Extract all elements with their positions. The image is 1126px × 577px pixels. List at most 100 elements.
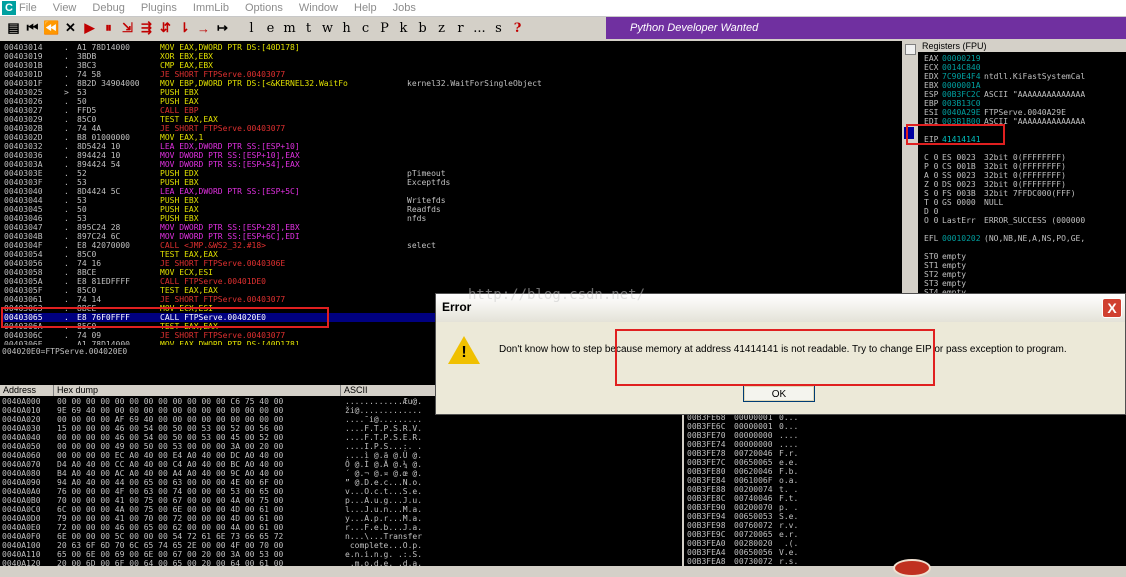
- disasm-marker: .: [64, 187, 69, 196]
- run-trace-button[interactable]: r: [451, 21, 470, 36]
- disasm-row[interactable]: 0040301B. 3BC3 CMP EAX,EBX: [2, 61, 902, 70]
- windows-window-button[interactable]: w: [318, 21, 337, 36]
- dump-address-header[interactable]: Address: [0, 385, 54, 396]
- disasm-address: 00403046: [4, 214, 43, 223]
- disasm-marker: .: [64, 115, 69, 124]
- disasm-marker: .: [64, 178, 69, 187]
- more-button[interactable]: ...: [470, 21, 489, 36]
- disasm-row[interactable]: 00403027. FFD5 CALL EBP: [2, 106, 902, 115]
- stack-ascii: p. .: [779, 503, 799, 512]
- menu-jobs[interactable]: Jobs: [393, 2, 416, 14]
- cpu-window-button[interactable]: c: [356, 21, 375, 36]
- dump-address: 0040A050: [2, 442, 41, 451]
- disasm-instruction: JE SHORT FTPServe.00403077: [160, 331, 286, 340]
- stack-value: 00650056: [734, 548, 773, 557]
- disasm-row[interactable]: 00403036. 894424 10 MOV DWORD PTR SS:[ESP+…: [2, 151, 902, 160]
- rewind-icon[interactable]: ⏪: [42, 20, 61, 36]
- register-value: CS 001B: [942, 162, 976, 171]
- step-over-icon[interactable]: ⇶: [137, 20, 156, 36]
- dump-ascii: ....I.P.S...:. .: [345, 442, 423, 451]
- dialog-title: Error: [442, 300, 472, 314]
- menu-immlib[interactable]: ImmLib: [193, 2, 229, 14]
- breakpoints-button[interactable]: b: [413, 21, 432, 36]
- memory-window-button[interactable]: m: [280, 21, 299, 36]
- disasm-row[interactable]: 00403058. 8BCE MOV ECX,ESI: [2, 268, 902, 277]
- dump-address: 0040A110: [2, 550, 41, 559]
- stack-ascii: S.e.: [779, 512, 799, 521]
- registers-pane[interactable]: Registers (FPU) EAX 00000219 ECX 0014C840 ED…: [918, 41, 1126, 293]
- disasm-row[interactable]: 00403054. 85C0 TEST EAX,EAX: [2, 250, 902, 259]
- disasm-row[interactable]: 00403046. 53 PUSH EBX nfds: [2, 214, 902, 223]
- threads-window-button[interactable]: t: [299, 21, 318, 36]
- source-button[interactable]: s: [489, 21, 508, 36]
- disasm-row[interactable]: 00403045. 50 PUSH EAX Readfds: [2, 205, 902, 214]
- menu-help[interactable]: Help: [354, 2, 377, 14]
- disasm-row[interactable]: 00403044. 53 PUSH EBX Writefds: [2, 196, 902, 205]
- disasm-row[interactable]: 00403025 >53 PUSH EBX: [2, 88, 902, 97]
- dump-hex-header[interactable]: Hex dump: [54, 385, 341, 396]
- dump-hex: 65 00 6E 00 69 00 6E 00 67 00 20 00 3A 0…: [57, 550, 284, 559]
- handles-window-button[interactable]: h: [337, 21, 356, 36]
- pause-icon[interactable]: ⏸: [99, 20, 118, 36]
- disasm-row[interactable]: 0040305A. E8 81EDFFFF CALL FTPServe.00401D…: [2, 277, 902, 286]
- disasm-marker: .: [64, 232, 69, 241]
- disasm-row[interactable]: 00403029. 85C0 TEST EAX,EAX: [2, 115, 902, 124]
- execute-till-return-icon[interactable]: →: [194, 21, 213, 36]
- promo-banner[interactable]: Python Developer Wanted: [606, 17, 1126, 39]
- disasm-row[interactable]: 0040304B. 897C24 6C MOV DWORD PTR SS:[ESP+…: [2, 232, 902, 241]
- log-window-button[interactable]: l: [242, 21, 261, 36]
- modules-window-button[interactable]: e: [261, 21, 280, 36]
- goto-icon[interactable]: ↦: [213, 20, 232, 36]
- trace-into-icon[interactable]: ⇵: [156, 20, 175, 36]
- register-value: 003B13C0: [942, 99, 981, 108]
- step-into-icon[interactable]: ⇲: [118, 20, 137, 36]
- register-name: ST2: [924, 270, 939, 279]
- disasm-row[interactable]: 00403056. 74 16 JE SHORT FTPServe.0040306E: [2, 259, 902, 268]
- disasm-row[interactable]: 0040303A. 894424 54 MOV DWORD PTR SS:[ESP+…: [2, 160, 902, 169]
- help-icon[interactable]: ?: [508, 21, 527, 36]
- register-extra: ntdll.KiFastSystemCal: [984, 72, 1086, 81]
- disasm-address: 0040303E: [4, 169, 43, 178]
- hw-breakpoints-button[interactable]: z: [432, 21, 451, 36]
- trace-over-icon[interactable]: ⇂: [175, 20, 194, 36]
- close-icon[interactable]: X: [1102, 298, 1122, 318]
- scroll-up-icon[interactable]: [905, 44, 916, 55]
- disasm-address: 0040304F: [4, 241, 43, 250]
- scroll-thumb[interactable]: [904, 127, 914, 139]
- disasm-instruction: LEA EDX,DWORD PTR SS:[ESP+10]: [160, 142, 300, 151]
- menu-plugins[interactable]: Plugins: [141, 2, 177, 14]
- disasm-instruction: PUSH EDX: [160, 169, 199, 178]
- disasm-row[interactable]: 00403026. 50 PUSH EAX: [2, 97, 902, 106]
- dump-address: 0040A0A0: [2, 487, 41, 496]
- menu-debug[interactable]: Debug: [92, 2, 124, 14]
- disasm-row[interactable]: 00403014. A1 78D14000 MOV EAX,DWORD PTR DS…: [2, 43, 902, 52]
- disasm-comment: kernel32.WaitForSingleObject: [407, 79, 542, 88]
- dump-hex: 00 00 00 00 46 00 54 00 50 00 53 00 45 0…: [57, 433, 284, 442]
- restart-icon[interactable]: ⏮: [23, 20, 42, 36]
- disasm-row[interactable]: 0040304F. E8 42070000 CALL <JMP.&WS2_32.#1…: [2, 241, 902, 250]
- call-stack-button[interactable]: k: [394, 21, 413, 36]
- open-folder-icon[interactable]: ▤: [4, 20, 23, 36]
- menu-file[interactable]: File: [19, 2, 37, 14]
- disasm-row[interactable]: 0040301D. 74 58 JE SHORT FTPServe.00403077: [2, 70, 902, 79]
- disasm-row[interactable]: 0040301F. 8B2D 34904000 MOV EBP,DWORD PTR …: [2, 79, 902, 88]
- disasm-row[interactable]: 0040302D. B8 01000000 MOV EAX,1: [2, 133, 902, 142]
- patches-window-button[interactable]: P: [375, 21, 394, 36]
- register-extra: ERROR_SUCCESS (000000: [984, 216, 1086, 225]
- disasm-row[interactable]: 00403032. 8D5424 10 LEA EDX,DWORD PTR SS:[…: [2, 142, 902, 151]
- disasm-row[interactable]: 00403040. 8D4424 5C LEA EAX,DWORD PTR SS:[…: [2, 187, 902, 196]
- menu-window[interactable]: Window: [299, 2, 338, 14]
- menu-view[interactable]: View: [53, 2, 77, 14]
- register-value: LastErr: [942, 216, 976, 225]
- ok-button[interactable]: OK: [743, 385, 815, 402]
- disasm-instruction: JE SHORT FTPServe.0040306E: [160, 259, 286, 268]
- menu-options[interactable]: Options: [245, 2, 283, 14]
- disasm-row[interactable]: 0040302B. 74 4A JE SHORT FTPServe.00403077: [2, 124, 902, 133]
- run-icon[interactable]: ▶: [80, 20, 99, 36]
- disasm-row[interactable]: 0040303F. 53 PUSH EBX Exceptfds: [2, 178, 902, 187]
- disasm-row[interactable]: 00403019. 3BDB XOR EBX,EBX: [2, 52, 902, 61]
- disasm-row[interactable]: 00403047. 895C24 28 MOV DWORD PTR SS:[ESP+…: [2, 223, 902, 232]
- disasm-address: 00403026: [4, 97, 43, 106]
- close-program-icon[interactable]: ✕: [61, 20, 80, 36]
- disasm-row[interactable]: 0040303E. 52 PUSH EDX pTimeout: [2, 169, 902, 178]
